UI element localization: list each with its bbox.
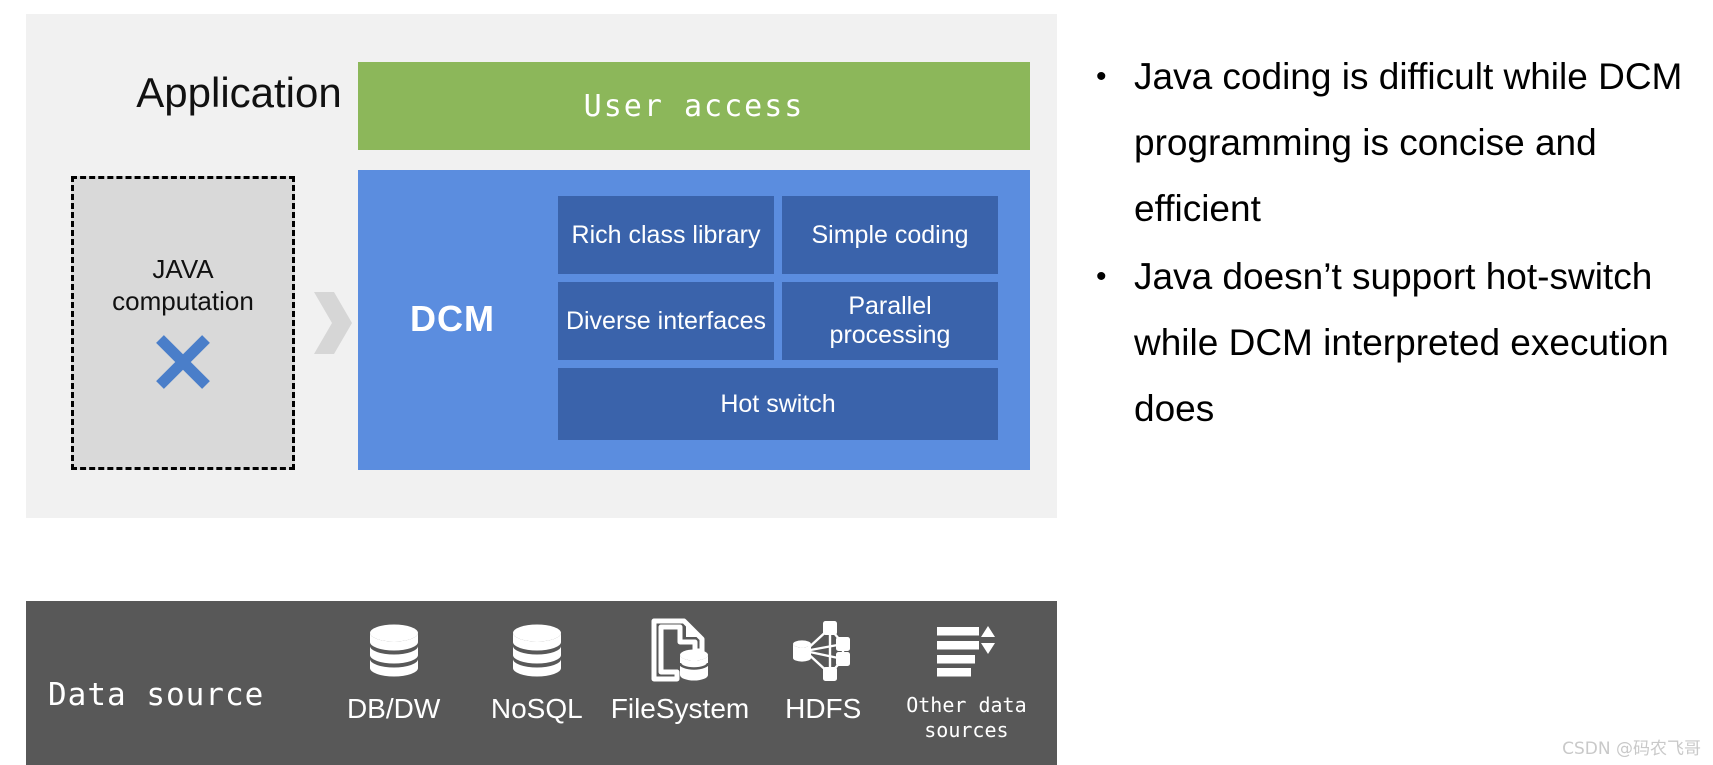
architecture-diagram-panel: Application User access JAVA computation… <box>26 14 1057 518</box>
distributed-nodes-icon <box>788 613 858 687</box>
dcm-feature-diverse-interfaces: Diverse interfaces <box>558 282 774 360</box>
java-computation-line1: JAVA <box>152 254 214 285</box>
dcm-feature-grid: Rich class library Simple coding Diverse… <box>558 196 998 446</box>
user-access-bar: User access <box>358 62 1030 150</box>
dcm-panel: DCM Rich class library Simple coding Div… <box>358 170 1030 470</box>
bullet-marker-icon: • <box>1096 60 1107 93</box>
bullet-marker-icon: • <box>1096 260 1107 293</box>
data-source-item-db-dw: DB/DW <box>322 609 465 725</box>
dcm-feature-row: Diverse interfaces Parallel processing <box>558 282 998 360</box>
data-source-item-nosql: NoSQL <box>465 609 608 725</box>
data-source-item-other: Other data sources <box>895 609 1038 743</box>
data-source-label-other: Other data sources <box>906 693 1027 742</box>
dcm-feature-simple-coding: Simple coding <box>782 196 998 274</box>
application-layer-label: Application <box>136 69 342 116</box>
bullet-list: • Java coding is difficult while DCM pro… <box>1090 44 1690 444</box>
data-source-label-nosql: NoSQL <box>490 693 583 724</box>
dcm-feature-row: Hot switch <box>558 368 998 446</box>
file-database-icon <box>648 613 712 687</box>
bullet-text-java-coding: Java coding is difficult while DCM progr… <box>1134 56 1683 229</box>
data-source-item-hdfs: HDFS <box>752 609 895 725</box>
database-icon <box>363 613 425 687</box>
data-source-title: Data source <box>48 677 265 713</box>
list-sort-icon <box>935 613 997 687</box>
x-mark-icon <box>156 334 210 389</box>
dcm-feature-hot-switch: Hot switch <box>558 368 998 440</box>
dcm-feature-parallel-processing: Parallel processing <box>782 282 998 360</box>
dcm-feature-rich-class-library: Rich class library <box>558 196 774 274</box>
data-source-label-hdfs: HDFS <box>785 693 862 724</box>
dcm-title: DCM <box>410 298 495 339</box>
user-access-label: User access <box>583 88 805 124</box>
data-source-item-filesystem: FileSystem <box>608 609 751 725</box>
database-icon <box>506 613 568 687</box>
data-source-label-filesystem: FileSystem <box>610 693 750 724</box>
java-computation-label: JAVA computation <box>106 254 260 317</box>
bullet-text-hot-switch: Java doesn’t support hot-switch while DC… <box>1134 256 1669 429</box>
data-source-bar: Data source DB/DW NoSQL FileSystem HDFS … <box>26 601 1057 765</box>
bullet-item: • Java doesn’t support hot-switch while … <box>1090 244 1690 442</box>
java-computation-box: JAVA computation <box>71 176 295 470</box>
chevron-right-icon <box>314 292 352 354</box>
dcm-feature-row: Rich class library Simple coding <box>558 196 998 274</box>
data-source-label-db-dw: DB/DW <box>346 693 441 724</box>
bullet-item: • Java coding is difficult while DCM pro… <box>1090 44 1690 242</box>
data-source-item-list: DB/DW NoSQL FileSystem HDFS Other data s… <box>316 609 1044 759</box>
java-computation-line2: computation <box>112 286 254 316</box>
watermark: CSDN @码农飞哥 <box>1562 739 1701 759</box>
